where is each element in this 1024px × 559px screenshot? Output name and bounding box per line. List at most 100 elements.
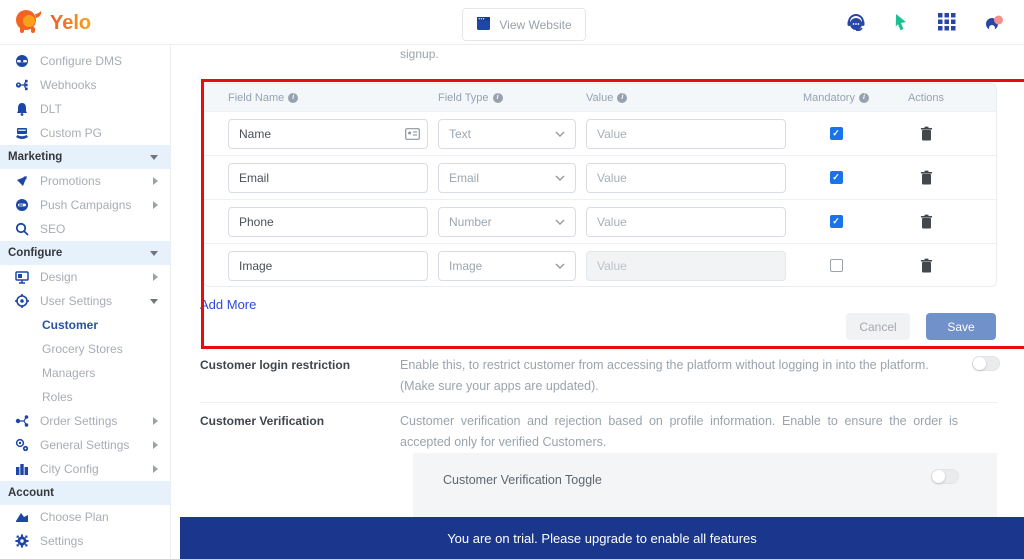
sidebar-subitem-customer[interactable]: Customer	[0, 313, 170, 337]
table-row: Image	[204, 243, 996, 286]
login-restriction-description: Enable this, to restrict customer from a…	[400, 355, 958, 398]
table-header-row: Field Name i Field Type i Value i Mandatory…	[204, 84, 996, 111]
sidebar-section-label: Account	[8, 487, 54, 499]
chevron-right-icon	[153, 273, 158, 281]
info-icon[interactable]: i	[858, 92, 869, 103]
general-settings-icon	[14, 438, 29, 453]
mandatory-checkbox[interactable]	[829, 259, 843, 272]
value-input[interactable]	[586, 118, 786, 149]
sidebar-item-label: Settings	[40, 534, 84, 548]
sidebar-item-choose-plan[interactable]: Choose Plan	[0, 505, 170, 529]
field-type-select[interactable]: Text	[438, 118, 576, 149]
sidebar-item-dlt[interactable]: DLT	[0, 97, 170, 121]
custom-pg-icon	[14, 126, 29, 141]
save-button[interactable]: Save	[926, 313, 996, 340]
trial-banner: You are on trial. Please upgrade to enab…	[180, 517, 1024, 559]
login-restriction-toggle[interactable]	[972, 356, 1000, 371]
sidebar-subitem-grocery-stores[interactable]: Grocery Stores	[0, 337, 170, 361]
sidebar-section-marketing[interactable]: Marketing	[0, 145, 170, 169]
sidebar-item-label: SEO	[40, 222, 66, 236]
chevron-down-icon	[555, 262, 565, 269]
trash-icon	[920, 214, 932, 229]
sidebar-item-webhooks[interactable]: Webhooks	[0, 73, 170, 97]
cancel-button[interactable]: Cancel	[846, 313, 910, 340]
sidebar-item-push-campaigns[interactable]: Push Campaigns	[0, 193, 170, 217]
sidebar-item-user-settings[interactable]: User Settings	[0, 289, 170, 313]
field-name-input[interactable]	[228, 250, 428, 281]
col-field-name: Field Name	[228, 91, 285, 104]
sidebar-section-account[interactable]: Account	[0, 481, 170, 505]
field-type-select[interactable]: Image	[438, 250, 576, 281]
contact-card-icon	[405, 127, 420, 145]
value-input[interactable]	[586, 162, 786, 193]
field-type-select[interactable]: Number	[438, 206, 576, 237]
pointer-icon[interactable]	[892, 13, 912, 33]
mandatory-checkbox[interactable]	[829, 171, 843, 184]
sidebar-item-label: Design	[40, 270, 78, 284]
order-settings-icon	[14, 414, 29, 429]
choose-plan-icon	[14, 510, 29, 525]
customer-verification-toggle-label: Customer Verification Toggle	[443, 473, 602, 487]
sidebar-subitem-label: Customer	[42, 318, 99, 332]
custom-fields-table: Field Name i Field Type i Value i Mandatory…	[203, 83, 997, 287]
field-name-input[interactable]	[228, 206, 428, 237]
customer-verification-toggle[interactable]	[931, 469, 959, 484]
field-name-input[interactable]	[228, 162, 428, 193]
sidebar-item-label: DLT	[40, 102, 62, 116]
mandatory-checkbox[interactable]	[829, 215, 843, 228]
sidebar-item-settings[interactable]: Settings	[0, 529, 170, 553]
field-type-select[interactable]: Email	[438, 162, 576, 193]
sidebar-item-label: Order Settings	[40, 414, 118, 428]
delete-row-button[interactable]	[886, 126, 966, 141]
value-input[interactable]	[586, 250, 786, 281]
delete-row-button[interactable]	[886, 170, 966, 185]
sidebar-item-design[interactable]: Design	[0, 265, 170, 289]
delete-row-button[interactable]	[886, 214, 966, 229]
header-action-icons	[846, 13, 1004, 33]
sidebar-subitem-label: Roles	[42, 390, 73, 404]
sidebar-subitem-roles[interactable]: Roles	[0, 385, 170, 409]
description-line-2: (Make sure your apps are updated).	[400, 379, 599, 394]
seo-icon	[14, 222, 29, 237]
selected-option: Email	[449, 170, 480, 185]
sidebar-item-seo[interactable]: SEO	[0, 217, 170, 241]
apps-grid-icon[interactable]	[938, 13, 958, 33]
add-more-link[interactable]: Add More	[200, 297, 256, 312]
sidebar-section-configure[interactable]: Configure	[0, 241, 170, 265]
chevron-down-icon	[555, 218, 565, 225]
col-mandatory: Mandatory	[803, 91, 855, 104]
chevron-right-icon	[153, 465, 158, 473]
chevron-down-icon	[150, 299, 158, 304]
info-icon[interactable]: i	[492, 92, 503, 103]
promotions-icon	[14, 174, 29, 189]
info-icon[interactable]: i	[617, 92, 628, 103]
sidebar-subitem-managers[interactable]: Managers	[0, 361, 170, 385]
sidebar-item-custom-pg[interactable]: Custom PG	[0, 121, 170, 145]
sidebar-item-city-config[interactable]: City Config	[0, 457, 170, 481]
website-window-icon	[476, 16, 491, 34]
webhooks-icon	[14, 78, 29, 93]
table-row: Number	[204, 199, 996, 243]
sidebar-section-label: Marketing	[8, 151, 63, 163]
sidebar-item-configure-dms[interactable]: Configure DMS	[0, 49, 170, 73]
table-row: Text	[204, 111, 996, 155]
sidebar-item-order-settings[interactable]: Order Settings	[0, 409, 170, 433]
value-input[interactable]	[586, 206, 786, 237]
sidebar-item-general-settings[interactable]: General Settings	[0, 433, 170, 457]
chevron-down-icon	[555, 130, 565, 137]
view-website-button[interactable]: View Website	[462, 8, 586, 41]
trash-icon	[920, 126, 932, 141]
bell-icon	[14, 102, 29, 117]
mandatory-checkbox[interactable]	[829, 127, 843, 140]
yelo-logo[interactable]: Yelo	[14, 8, 91, 39]
profile-icon[interactable]	[984, 13, 1004, 33]
brand-name: Yelo	[50, 12, 92, 34]
trial-banner-text: You are on trial. Please upgrade to enab…	[447, 530, 757, 546]
sidebar-item-label: Push Campaigns	[40, 198, 132, 212]
delete-row-button[interactable]	[886, 258, 966, 273]
field-name-input[interactable]	[228, 118, 428, 149]
info-icon[interactable]: i	[288, 92, 299, 103]
sidebar-item-label: City Config	[40, 462, 99, 476]
support-icon[interactable]	[846, 13, 866, 33]
sidebar-item-promotions[interactable]: Promotions	[0, 169, 170, 193]
